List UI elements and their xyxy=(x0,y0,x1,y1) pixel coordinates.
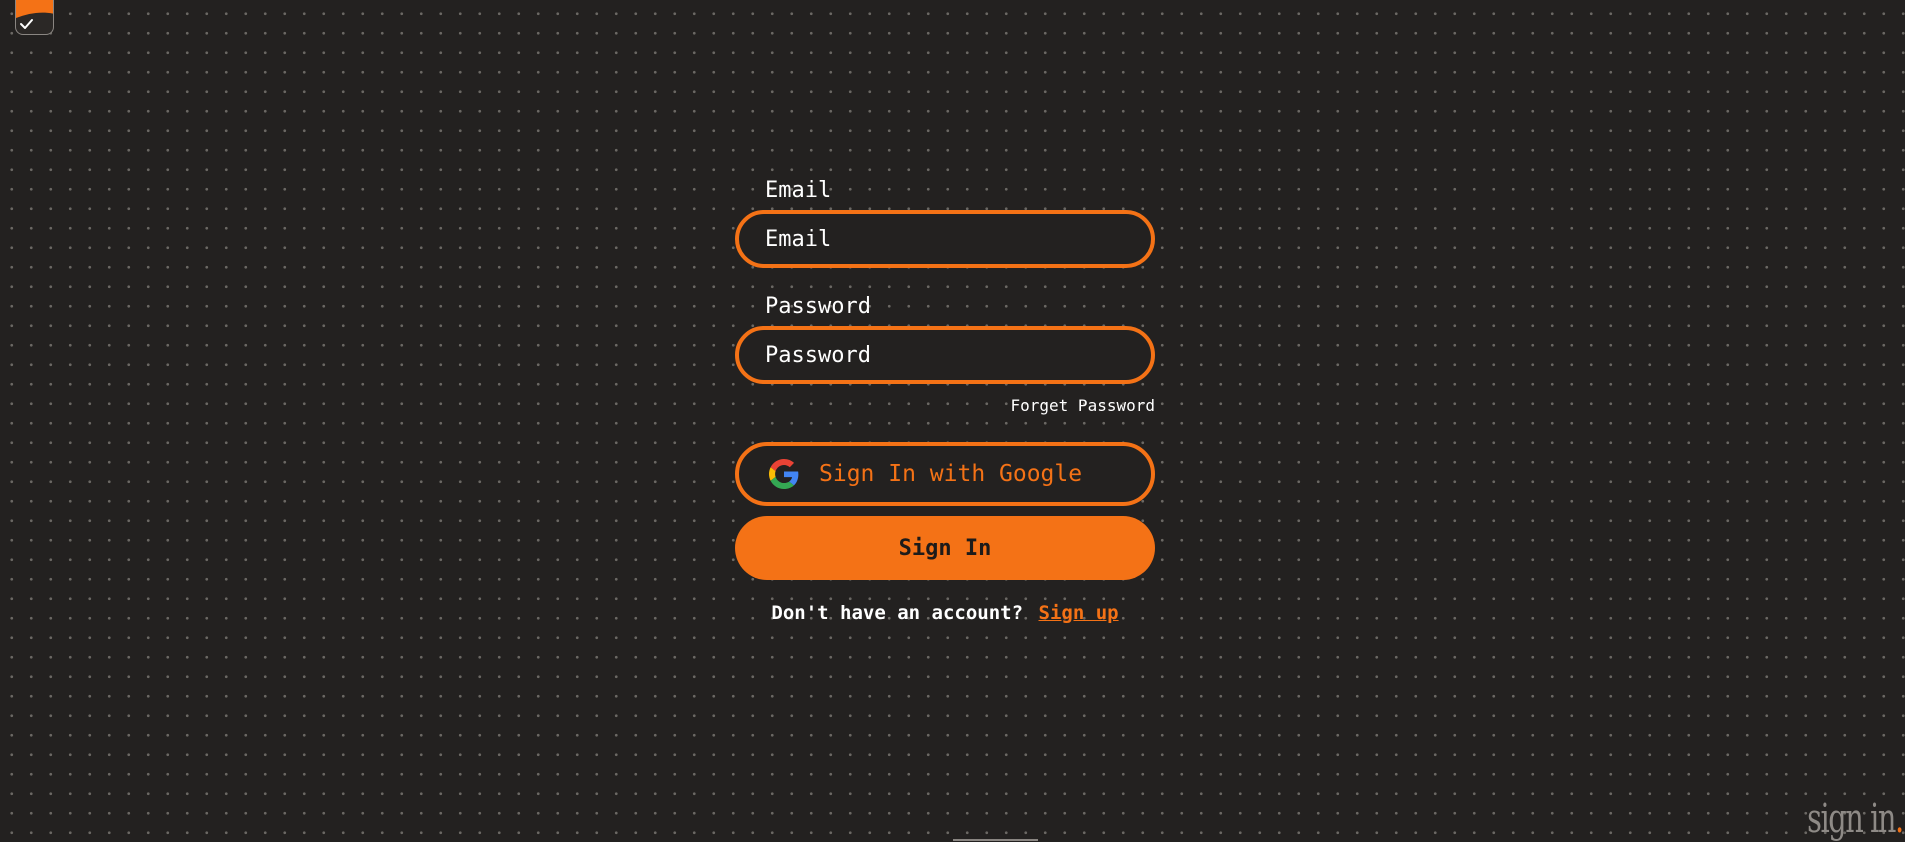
sign-in-form: Email Password Forget Password Sign In w… xyxy=(735,178,1155,624)
forget-password-link[interactable]: Forget Password xyxy=(1011,396,1156,415)
email-field-wrapper[interactable] xyxy=(735,210,1155,268)
app-check-logo-icon xyxy=(16,0,53,29)
password-field-wrapper[interactable] xyxy=(735,326,1155,384)
app-logo[interactable] xyxy=(15,0,54,35)
brand-watermark: sign in. xyxy=(1807,796,1904,842)
google-icon xyxy=(769,459,799,489)
no-account-text: Don't have an account? xyxy=(771,602,1024,624)
signin-button[interactable]: Sign In xyxy=(735,516,1155,580)
brand-dot: . xyxy=(1895,796,1904,842)
google-signin-label: Sign In with Google xyxy=(819,461,1083,487)
password-input[interactable] xyxy=(765,342,1125,368)
email-input[interactable] xyxy=(765,226,1125,252)
signup-link[interactable]: Sign up xyxy=(1039,602,1119,624)
forget-password-row: Forget Password xyxy=(735,396,1156,416)
signup-row: Don't have an account? Sign up xyxy=(735,602,1155,624)
brand-text: sign in xyxy=(1807,796,1896,842)
email-label: Email xyxy=(765,178,832,203)
password-label: Password xyxy=(765,294,871,319)
google-signin-button[interactable]: Sign In with Google xyxy=(735,442,1155,506)
